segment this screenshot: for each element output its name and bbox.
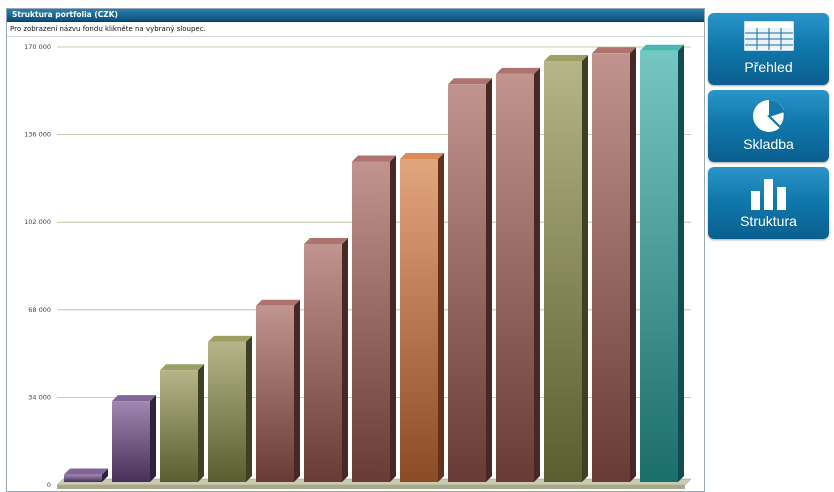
y-tick-label: 68 000 [28,306,51,314]
bar-front [256,305,294,482]
bar-front [400,158,438,483]
bar-top [448,78,492,85]
bar[interactable] [112,395,156,482]
bar-front [592,53,630,483]
nav-skladba-button[interactable]: Skladba [708,90,829,162]
bar-top [496,67,540,74]
bar-side [150,395,156,482]
bar-top [112,395,156,402]
y-tick-label: 170 000 [24,43,51,51]
bar-side [198,364,204,482]
bar-side [630,47,636,483]
bar-top [640,44,684,51]
bar-top [64,468,108,475]
bar-chart-icon [708,175,829,210]
bar[interactable] [448,78,492,483]
bar-front [160,370,198,482]
bar-side [246,335,252,482]
pie-chart-icon [708,98,829,132]
nav-prehled-button[interactable]: Přehled [708,13,829,85]
bar[interactable] [544,55,588,483]
y-tick-label: 102 000 [24,218,51,226]
nav-label: Skladba [743,136,794,152]
chart-area: 0 34 000 68 000 102 000 136 000 170 000 [7,38,704,491]
bar-front [352,161,390,482]
y-tick-label: 136 000 [24,131,51,139]
bar[interactable] [208,335,252,482]
bar-front [64,474,102,482]
chart-floor-front [57,485,685,489]
chart-instruction: Pro zobrazení názvu fondu klikněte na vy… [7,22,704,37]
bar-top [160,364,204,371]
bar[interactable] [304,237,348,482]
bar-front [304,243,342,482]
bar-side [678,44,684,483]
bar-top [304,237,348,244]
bar[interactable] [352,155,396,482]
panel-title: Struktura portfolia (CZK) [7,9,704,22]
bar-front [496,73,534,482]
bar-front [208,341,246,482]
bar-side [582,55,588,483]
bar-side [390,155,396,482]
bar-side [438,152,444,483]
bar-front [544,61,582,483]
bar-side [486,78,492,483]
table-icon [708,21,829,55]
bar[interactable] [592,47,636,483]
bar-side [294,299,300,482]
nav-struktura-button[interactable]: Struktura [708,167,829,239]
bar[interactable] [64,468,108,482]
bar-front [112,401,150,482]
bar[interactable] [256,299,300,482]
bar-top [256,299,300,306]
bar-front [448,84,486,483]
nav-label: Přehled [744,59,793,75]
bar-top [544,55,588,62]
bar-front [640,50,678,483]
bar-top [208,335,252,342]
portfolio-structure-panel: Struktura portfolia (CZK) Pro zobrazení … [6,8,705,492]
bar[interactable] [160,364,204,482]
bar-top [592,47,636,54]
bar[interactable] [400,152,444,483]
nav-label: Struktura [740,213,797,229]
bar-top [400,152,444,159]
bar-top [352,155,396,162]
y-tick-label: 34 000 [28,393,51,401]
bar-side [534,67,540,482]
bar-chart: 0 34 000 68 000 102 000 136 000 170 000 [24,43,692,489]
bar-side [342,237,348,482]
bar[interactable] [640,44,684,483]
bar[interactable] [496,67,540,482]
y-tick-label: 0 [47,481,51,489]
